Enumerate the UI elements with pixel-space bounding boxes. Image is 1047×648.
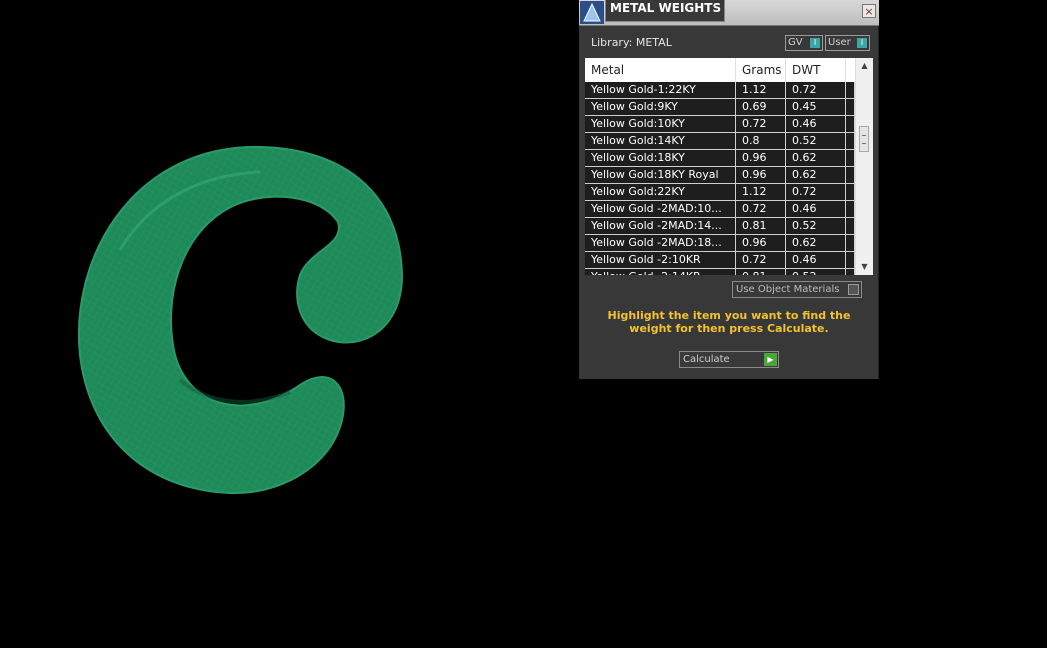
cell-dwt: 0.46 (786, 201, 846, 217)
cell-metal: Yellow Gold:9KY (585, 99, 736, 115)
cell-metal: Yellow Gold:10KY (585, 116, 736, 132)
cell-spacer (846, 99, 855, 115)
column-header-metal[interactable]: Metal (585, 58, 736, 82)
table-row[interactable]: Yellow Gold:10KY 0.72 0.46 (585, 116, 855, 133)
panel-title: METAL WEIGHTS (605, 0, 725, 22)
cell-grams: 0.81 (736, 218, 786, 234)
3d-viewport[interactable] (0, 0, 575, 648)
cell-grams: 0.81 (736, 269, 786, 275)
scroll-thumb[interactable] (859, 126, 869, 152)
ring-model (78, 145, 404, 495)
cell-metal: Yellow Gold:22KY (585, 184, 736, 200)
cell-metal: Yellow Gold:18KY (585, 150, 736, 166)
cell-spacer (846, 150, 855, 166)
table-row[interactable]: Yellow Gold -2MAD:10... 0.72 0.46 (585, 201, 855, 218)
checkbox-box[interactable] (848, 284, 859, 295)
cell-grams: 0.96 (736, 235, 786, 251)
cell-metal: Yellow Gold:14KY (585, 133, 736, 149)
gv-toggle[interactable]: GV I (785, 35, 823, 51)
column-header-dwt[interactable]: DWT (786, 58, 846, 82)
cell-spacer (846, 252, 855, 268)
cell-spacer (846, 116, 855, 132)
cell-dwt: 0.72 (786, 82, 846, 98)
cell-dwt: 0.46 (786, 252, 846, 268)
table-scrollbar[interactable]: ▲ ▼ (855, 58, 873, 275)
cell-grams: 1.12 (736, 82, 786, 98)
cell-grams: 0.72 (736, 252, 786, 268)
gv-indicator: I (810, 38, 820, 48)
cell-grams: 1.12 (736, 184, 786, 200)
cell-spacer (846, 235, 855, 251)
cell-metal: Yellow Gold -2MAD:10... (585, 201, 736, 217)
cell-spacer (846, 218, 855, 234)
cell-spacer (846, 184, 855, 200)
cell-metal: Yellow Gold -2:10KR (585, 252, 736, 268)
title-bar[interactable]: METAL WEIGHTS × (579, 0, 879, 26)
scroll-down-icon[interactable]: ▼ (856, 259, 873, 275)
cell-metal: Yellow Gold -2MAD:18... (585, 235, 736, 251)
cell-dwt: 0.62 (786, 167, 846, 183)
cell-spacer (846, 269, 855, 275)
cell-grams: 0.69 (736, 99, 786, 115)
table-header: Metal Grams DWT (585, 58, 855, 83)
cell-dwt: 0.52 (786, 218, 846, 234)
cell-grams: 0.72 (736, 116, 786, 132)
use-object-materials-checkbox[interactable]: Use Object Materials (732, 281, 862, 298)
cell-metal: Yellow Gold -2:14KR (585, 269, 736, 275)
cell-grams: 0.96 (736, 167, 786, 183)
cell-dwt: 0.45 (786, 99, 846, 115)
cell-metal: Yellow Gold-1:22KY (585, 82, 736, 98)
cell-grams: 0.8 (736, 133, 786, 149)
table-row[interactable]: Yellow Gold:14KY 0.8 0.52 (585, 133, 855, 150)
metal-table[interactable]: Metal Grams DWT Yellow Gold-1:22KY 1.12 0.… (585, 58, 873, 275)
table-row[interactable]: Yellow Gold -2MAD:18... 0.96 0.62 (585, 235, 855, 252)
column-header-grams[interactable]: Grams (736, 58, 786, 82)
cell-spacer (846, 201, 855, 217)
cell-dwt: 0.72 (786, 184, 846, 200)
cell-dwt: 0.46 (786, 116, 846, 132)
table-row[interactable]: Yellow Gold -2MAD:14... 0.81 0.52 (585, 218, 855, 235)
cell-dwt: 0.62 (786, 235, 846, 251)
cell-grams: 0.72 (736, 201, 786, 217)
cell-dwt: 0.62 (786, 150, 846, 166)
instruction-text: Highlight the item you want to find the … (607, 309, 851, 335)
cell-dwt: 0.52 (786, 133, 846, 149)
gv-toggle-label: GV (788, 37, 803, 48)
table-row[interactable]: Yellow Gold -2:14KR0.810.52 (585, 269, 855, 275)
use-object-materials-label: Use Object Materials (736, 284, 840, 295)
table-body: Yellow Gold-1:22KY 1.12 0.72 Yellow Gold:9K… (585, 82, 855, 275)
table-row[interactable]: Yellow Gold:22KY 1.12 0.72 (585, 184, 855, 201)
play-arrow-icon: ▶ (764, 353, 777, 366)
user-toggle-label: User (828, 37, 851, 48)
cell-spacer (846, 167, 855, 183)
table-row[interactable]: Yellow Gold:18KY 0.96 0.62 (585, 150, 855, 167)
library-label: Library: METAL (591, 36, 672, 49)
cell-grams: 0.96 (736, 150, 786, 166)
metal-weights-panel: METAL WEIGHTS × Library: METAL GV I User… (579, 0, 879, 379)
cell-metal: Yellow Gold:18KY Royal (585, 167, 736, 183)
table-row[interactable]: Yellow Gold:9KY 0.69 0.45 (585, 99, 855, 116)
cell-metal: Yellow Gold -2MAD:14... (585, 218, 736, 234)
app-logo-icon (580, 1, 604, 24)
close-button[interactable]: × (862, 4, 876, 18)
calculate-label: Calculate (683, 354, 730, 365)
cell-spacer (846, 82, 855, 98)
calculate-button[interactable]: Calculate ▶ (679, 351, 779, 368)
table-row[interactable]: Yellow Gold:18KY Royal 0.96 0.62 (585, 167, 855, 184)
table-row[interactable]: Yellow Gold -2:10KR 0.72 0.46 (585, 252, 855, 269)
table-row[interactable]: Yellow Gold-1:22KY 1.12 0.72 (585, 82, 855, 99)
user-indicator: I (857, 38, 867, 48)
scroll-up-icon[interactable]: ▲ (856, 58, 873, 74)
cell-dwt: 0.52 (786, 269, 846, 275)
cell-spacer (846, 133, 855, 149)
user-toggle[interactable]: User I (825, 35, 870, 51)
